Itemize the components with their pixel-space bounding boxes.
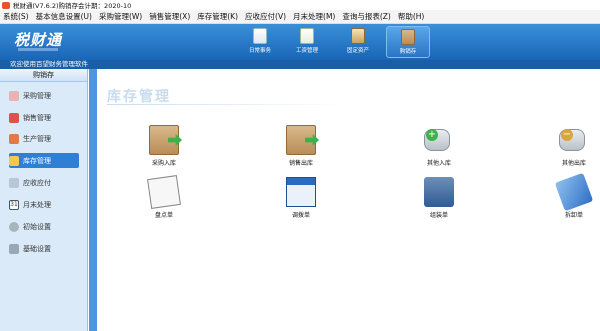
op-sales-outbound[interactable]: 销售出库 (271, 125, 331, 173)
sidebar-item-label: 基础设置 (23, 244, 51, 253)
main-panel: 库存管理 采购入库 销售出库 + 其他入库 − 其他出库 盘点单 调拨单 组装单… (89, 69, 600, 331)
sidebar-item-receivable[interactable]: 应收应付 (9, 175, 79, 190)
purchase-inbound-icon (149, 125, 182, 155)
sidebar-header: 购销存 (0, 69, 87, 82)
sidebar-item-month-end[interactable]: 31 月末处理 (9, 197, 79, 212)
toolbar-label: 购销存 (399, 49, 417, 55)
sidebar-item-label: 销售管理 (23, 113, 51, 122)
op-transfer[interactable]: 调拨单 (271, 177, 331, 225)
production-icon (9, 133, 19, 144)
op-other-inbound[interactable]: + 其他入库 (409, 125, 469, 173)
op-disassembly[interactable]: 拆卸单 (544, 172, 600, 225)
sidebar-item-label: 采购管理 (23, 91, 51, 100)
menu-receivable[interactable]: 应收应付(V) (245, 11, 286, 22)
brand-logo: 税财通 (14, 31, 63, 49)
sidebar-item-label: 生产管理 (23, 134, 51, 143)
transfer-icon (286, 177, 316, 207)
minus-icon: − (561, 129, 573, 141)
payroll-icon (300, 28, 314, 44)
title-bar: 税财通(V7.6.2)购销存会计期：2020-10 (0, 0, 600, 10)
menu-help[interactable]: 帮助(H) (398, 11, 425, 22)
fixed-assets-icon (351, 28, 365, 44)
op-label: 调拨单 (291, 212, 310, 219)
op-other-outbound[interactable]: − 其他出库 (544, 125, 600, 173)
sidebar-item-base-settings[interactable]: 基础设置 (9, 241, 79, 256)
stocktake-icon (147, 175, 181, 209)
disassembly-icon (554, 172, 594, 212)
purchase-icon (9, 90, 19, 101)
sidebar-item-label: 库存管理 (23, 156, 51, 165)
sales-outbound-icon (286, 125, 319, 155)
op-purchase-inbound[interactable]: 采购入库 (134, 125, 194, 173)
toolbar-label: 日常事务 (248, 48, 271, 54)
op-label: 其他入库 (426, 160, 451, 167)
welcome-banner: 欢迎使用百望财务管理软件 (0, 60, 600, 69)
toolbar-label: 工资管理 (295, 48, 318, 54)
sales-icon (9, 112, 19, 123)
other-outbound-icon: − (559, 125, 589, 155)
arrow-out-icon (305, 134, 319, 146)
base-settings-icon (9, 243, 19, 254)
assembly-icon (424, 177, 454, 207)
sidebar: 购销存 采购管理 销售管理 生产管理 库存管理 应收应付 31 月末处理 初始设… (0, 69, 88, 331)
menu-basic-info[interactable]: 基本信息设置(U) (36, 11, 92, 22)
inventory-box-icon (401, 29, 415, 45)
settings-icon (9, 221, 19, 232)
menu-month-end[interactable]: 月末处理(M) (293, 11, 335, 22)
sidebar-item-purchase[interactable]: 采购管理 (9, 88, 79, 103)
op-stocktake[interactable]: 盘点单 (134, 175, 194, 225)
sidebar-item-sales[interactable]: 销售管理 (9, 110, 79, 125)
menu-sales[interactable]: 销售管理(X) (149, 11, 190, 22)
sidebar-item-label: 初始设置 (23, 222, 51, 231)
calendar-icon: 31 (9, 199, 19, 210)
sidebar-item-inventory[interactable]: 库存管理 (9, 153, 79, 168)
toolbar-daily-affairs[interactable]: 日常事务 (238, 26, 282, 58)
op-label: 采购入库 (151, 160, 176, 167)
plus-icon: + (426, 129, 438, 141)
sidebar-item-production[interactable]: 生产管理 (9, 131, 79, 146)
menu-bar: 系统(S) 基本信息设置(U) 采购管理(W) 销售管理(X) 库存管理(K) … (0, 10, 600, 24)
sidebar-item-label: 月末处理 (23, 200, 51, 209)
other-inbound-icon: + (424, 125, 454, 155)
toolbar-fixed-assets[interactable]: 固定资产 (336, 26, 380, 58)
window-title: 税财通(V7.6.2)购销存会计期：2020-10 (13, 2, 132, 10)
op-label: 销售出库 (288, 160, 313, 167)
app-logo-icon (2, 1, 10, 9)
op-label: 其他出库 (561, 160, 586, 167)
inventory-icon (9, 155, 19, 166)
menu-inventory[interactable]: 库存管理(K) (197, 11, 238, 22)
menu-purchase[interactable]: 采购管理(W) (99, 11, 142, 22)
menu-system[interactable]: 系统(S) (3, 11, 29, 22)
receivable-icon (9, 177, 19, 188)
toolbar-payroll[interactable]: 工资管理 (285, 26, 329, 58)
page-title: 库存管理 (107, 89, 171, 105)
sidebar-item-initial-settings[interactable]: 初始设置 (9, 219, 79, 234)
toolbar-label: 固定资产 (346, 48, 369, 54)
title-divider (107, 104, 347, 105)
arrow-in-icon (168, 134, 182, 146)
op-label: 组装单 (429, 212, 448, 219)
menu-query-report[interactable]: 查询与报表(Z) (342, 11, 391, 22)
op-label: 拆卸单 (564, 212, 583, 219)
op-label: 盘点单 (154, 212, 173, 219)
brand-underline (18, 48, 58, 51)
toolbar-inventory[interactable]: 购销存 (386, 26, 430, 58)
main-toolbar: 税财通 日常事务 工资管理 固定资产 购销存 (0, 24, 600, 60)
sidebar-item-label: 应收应付 (23, 178, 51, 187)
document-icon (253, 28, 267, 44)
op-assembly[interactable]: 组装单 (409, 177, 469, 225)
